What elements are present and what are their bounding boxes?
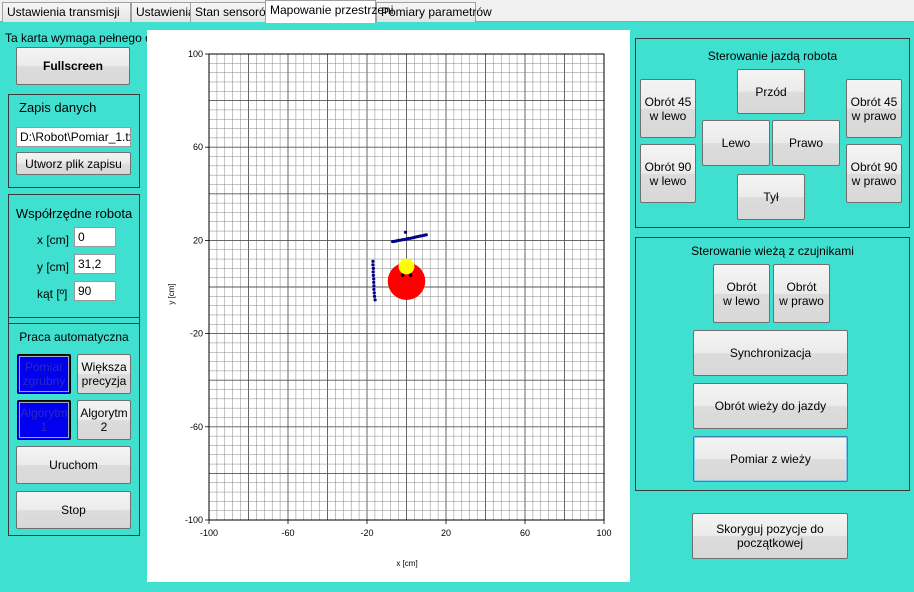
scan-point bbox=[371, 270, 375, 274]
scan-point bbox=[372, 287, 376, 291]
tab-transmission-settings[interactable]: Ustawienia transmisji bbox=[2, 2, 131, 22]
tab-space-mapping[interactable]: Mapowanie przestrzeni bbox=[265, 0, 393, 23]
scan-point bbox=[403, 230, 408, 234]
x-tick-label: -100 bbox=[200, 528, 218, 538]
robot-eye-left bbox=[400, 273, 405, 277]
x-tick-label: -60 bbox=[281, 528, 294, 538]
drive-control-title: Sterowanie jazdą robota bbox=[707, 49, 838, 63]
x-tick-label: 60 bbox=[520, 528, 530, 538]
data-save-title: Zapis danych bbox=[19, 100, 97, 115]
forward-button[interactable]: Przód bbox=[737, 69, 805, 114]
scan-point bbox=[371, 273, 375, 277]
x-label: x [cm] bbox=[37, 233, 69, 247]
robot-sensor bbox=[398, 258, 415, 275]
scan-point bbox=[372, 277, 376, 281]
right-button[interactable]: Prawo bbox=[772, 120, 840, 166]
fullscreen-button[interactable]: Fullscreen bbox=[16, 47, 130, 85]
scan-point bbox=[424, 233, 428, 237]
turret-to-drive-button[interactable]: Obrót wieży do jazdy bbox=[693, 383, 848, 429]
x-tick-label: -20 bbox=[360, 528, 373, 538]
auto-mode-title: Praca automatyczna bbox=[19, 330, 129, 344]
higher-precision-button[interactable]: Większa precyzja bbox=[77, 354, 131, 394]
y-tick-label: 100 bbox=[188, 49, 203, 59]
x-field[interactable]: 0 bbox=[74, 227, 116, 247]
x-tick-label: 100 bbox=[596, 528, 611, 538]
scan-point bbox=[371, 259, 375, 263]
x-tick-label: 20 bbox=[441, 528, 451, 538]
turret-control-group: Sterowanie wieżą z czujnikami Obrót w le… bbox=[635, 237, 910, 491]
robot-coords-title: Współrzędne robota bbox=[15, 206, 133, 221]
coarse-measure-button[interactable]: Pomiar zgrubny bbox=[17, 354, 71, 394]
angle-field[interactable]: 90 bbox=[74, 281, 116, 301]
map-plot-panel: -100 -60 -20 20 60 100 100 60 20 -20 -60 -100 x [cm… bbox=[147, 30, 630, 582]
stop-button[interactable]: Stop bbox=[16, 491, 131, 529]
tab-sensor-state[interactable]: Stan sensorów bbox=[190, 2, 274, 22]
back-button[interactable]: Tył bbox=[737, 174, 805, 220]
turret-measure-button[interactable]: Pomiar z wieży bbox=[693, 436, 848, 482]
rotate-90-left-button[interactable]: Obrót 90 w lewo bbox=[640, 144, 696, 203]
robot-coords-group: Współrzędne robota x [cm] 0 y [cm] 31,2 … bbox=[8, 194, 140, 324]
angle-label: kąt [º] bbox=[37, 287, 68, 301]
y-tick-label: 60 bbox=[193, 142, 203, 152]
auto-mode-group: Praca automatyczna Pomiar zgrubny Większ… bbox=[8, 317, 140, 536]
tab-strip: Ustawienia transmisji Ustawienia robota … bbox=[0, 0, 914, 23]
y-tick-label: -100 bbox=[185, 515, 203, 525]
y-field[interactable]: 31,2 bbox=[74, 254, 116, 274]
synchronize-button[interactable]: Synchronizacja bbox=[693, 330, 848, 376]
y-label: y [cm] bbox=[37, 260, 69, 274]
save-path-input[interactable]: D:\Robot\Pomiar_1.txt bbox=[16, 127, 131, 147]
tab-robot-settings[interactable]: Ustawienia robota bbox=[131, 2, 232, 22]
rotate-90-right-button[interactable]: Obrót 90 w prawo bbox=[846, 144, 902, 203]
turret-rotate-right-button[interactable]: Obrót w prawo bbox=[773, 264, 830, 323]
rotate-45-left-button[interactable]: Obrót 45 w lewo bbox=[640, 79, 696, 138]
algorithm-1-button[interactable]: Algorytm 1 bbox=[17, 400, 71, 440]
y-tick-label: 20 bbox=[193, 235, 203, 245]
map-plot[interactable]: -100 -60 -20 20 60 100 100 60 20 -20 -60 -100 x [cm… bbox=[147, 30, 630, 582]
y-tick-label: -20 bbox=[190, 329, 203, 339]
scan-point bbox=[372, 280, 376, 284]
scan-point bbox=[372, 284, 376, 288]
scan-point bbox=[372, 291, 376, 295]
left-button[interactable]: Lewo bbox=[702, 120, 770, 166]
y-axis-label: y [cm] bbox=[167, 283, 176, 304]
drive-control-group: Sterowanie jazdą robota Obrót 45 w lewo … bbox=[635, 38, 910, 228]
start-button[interactable]: Uruchom bbox=[16, 446, 131, 484]
scan-point bbox=[371, 263, 375, 267]
robot-eye-right bbox=[408, 273, 413, 277]
robot-marker bbox=[387, 258, 426, 300]
rotate-45-right-button[interactable]: Obrót 45 w prawo bbox=[846, 79, 902, 138]
tab-page-mapping: Ta karta wymaga pełnego okna Fullscreen … bbox=[0, 22, 914, 592]
algorithm-2-button[interactable]: Algorytm 2 bbox=[77, 400, 131, 440]
turret-rotate-left-button[interactable]: Obrót w lewo bbox=[713, 264, 770, 323]
scan-point bbox=[371, 266, 375, 270]
x-axis-label: x [cm] bbox=[396, 559, 417, 568]
data-save-group: Zapis danych D:\Robot\Pomiar_1.txt Utwor… bbox=[8, 94, 140, 188]
reset-position-button[interactable]: Skoryguj pozycje do początkowej bbox=[692, 513, 848, 559]
scan-point bbox=[373, 298, 377, 302]
y-tick-label: -60 bbox=[190, 422, 203, 432]
scan-point bbox=[372, 294, 377, 298]
turret-control-title: Sterowanie wieżą z czujnikami bbox=[691, 244, 854, 258]
create-save-file-button[interactable]: Utworz plik zapisu bbox=[16, 152, 131, 175]
